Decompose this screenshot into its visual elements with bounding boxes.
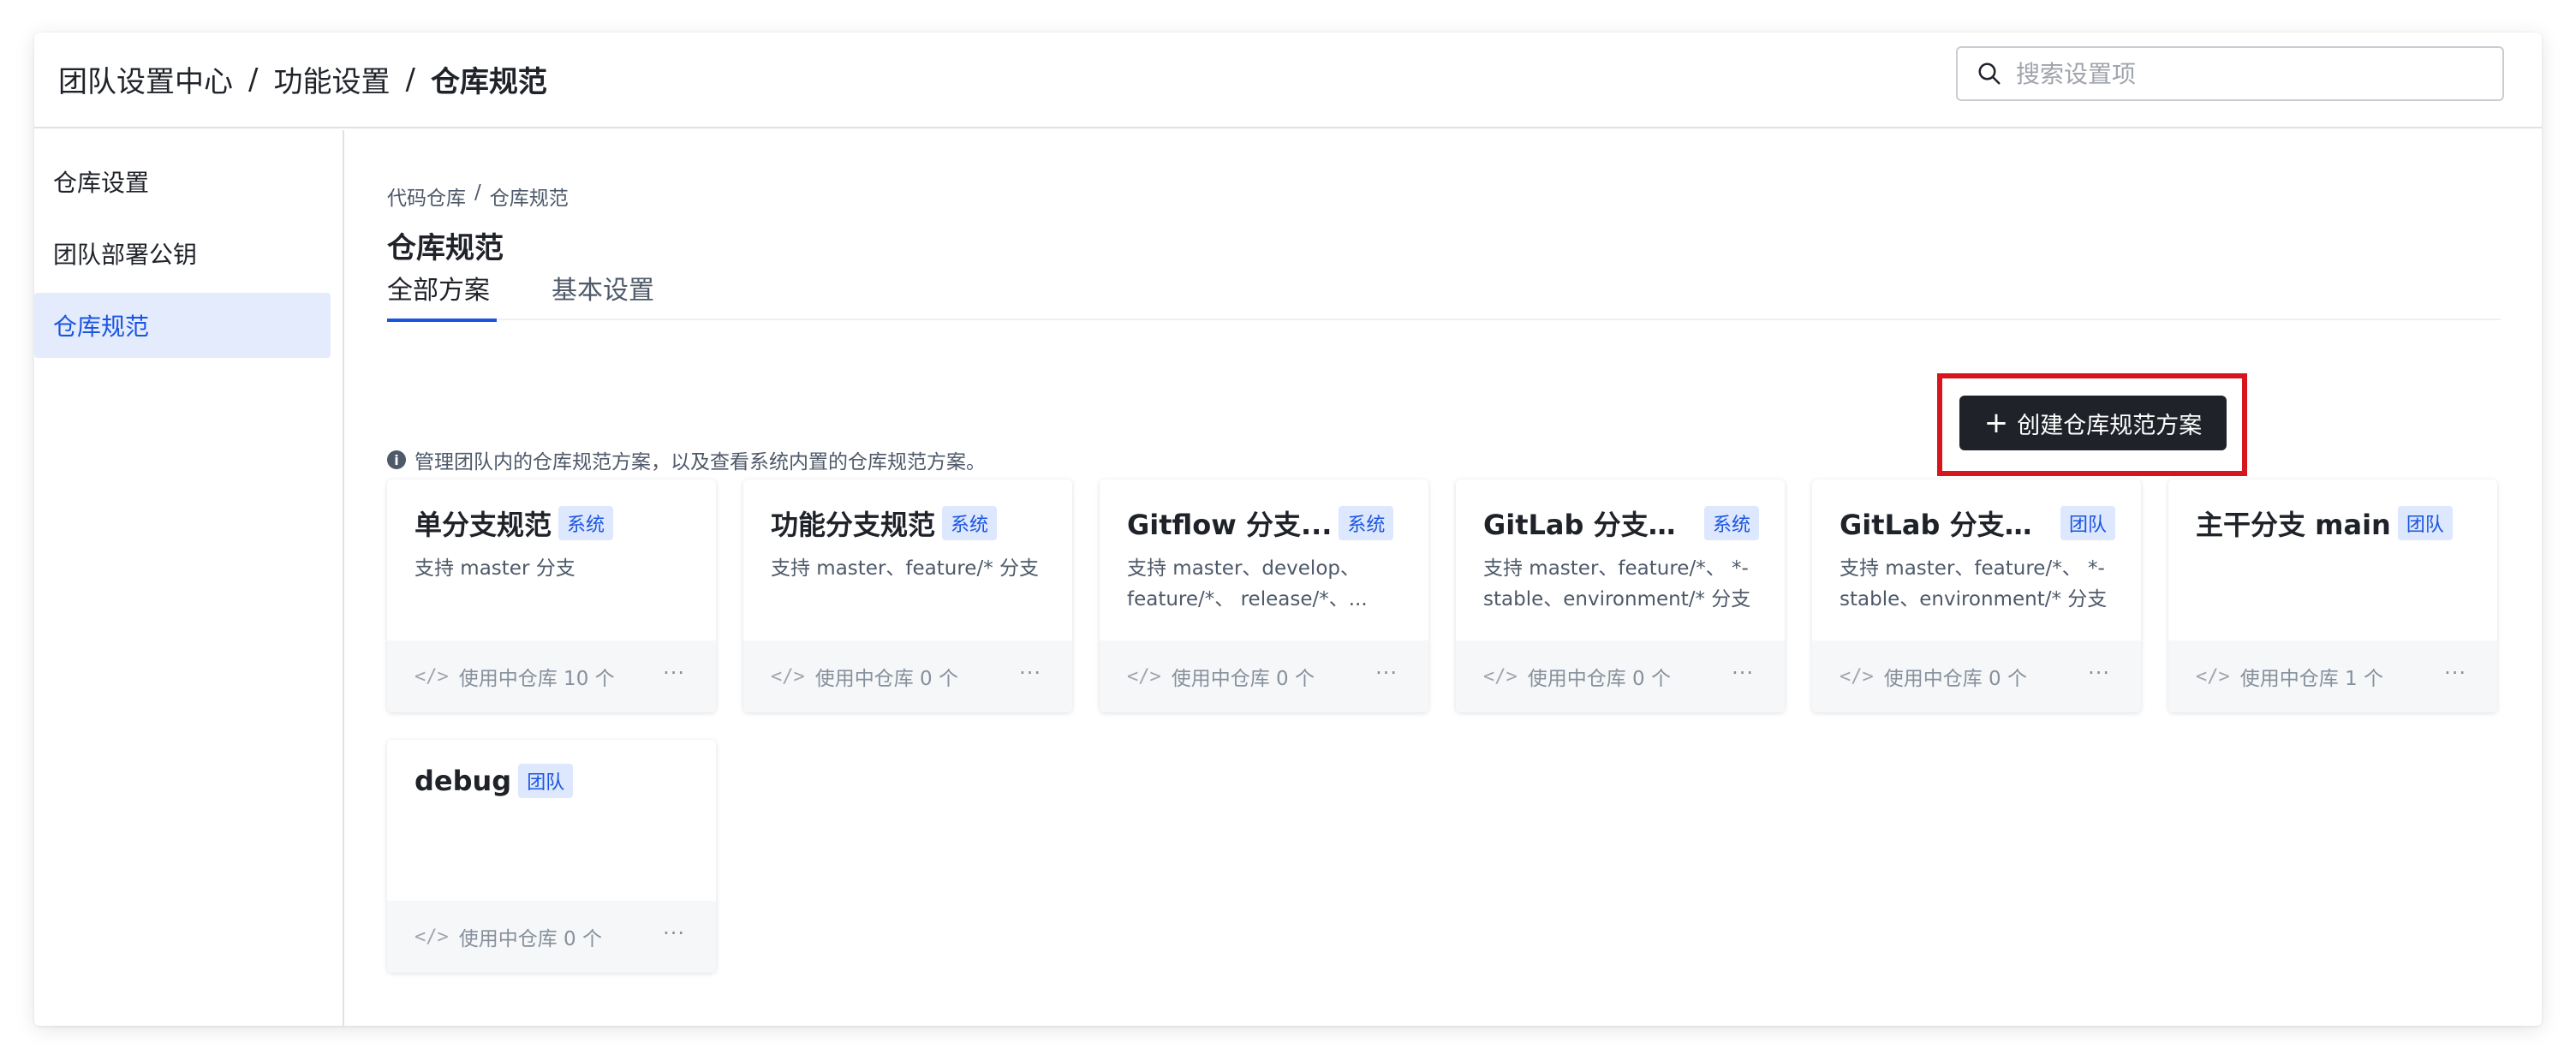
card-badge: 系统 (942, 506, 998, 540)
more-icon[interactable]: ··· (663, 921, 685, 945)
search-box[interactable] (1956, 46, 2504, 101)
create-plan-label: 创建仓库规范方案 (2017, 412, 2203, 439)
card-footer: </> 使用中仓库 0 个 ··· (1456, 640, 1785, 712)
info-text: 管理团队内的仓库规范方案，以及查看系统内置的仓库规范方案。 (414, 451, 986, 473)
card-header: debug 团队 (414, 764, 699, 798)
card-usage: 使用中仓库 0 个 (1171, 668, 1315, 690)
card-description: 支持 master、feature/* 分支 (771, 557, 1040, 580)
app-window: 团队设置中心 / 功能设置 / 仓库规范 仓库设置 团队部署公钥 仓库规范 代码… (34, 33, 2542, 1026)
card-footer: </> 使用中仓库 0 个 ··· (1812, 640, 2141, 712)
card-badge: 团队 (2397, 506, 2453, 540)
more-icon[interactable]: ··· (1019, 661, 1041, 685)
card-description: 支持 master、develop、feature/*、 release/*、.… (1127, 557, 1368, 610)
sidebar-item-deploy-keys[interactable]: 团队部署公钥 (34, 221, 331, 286)
card-title: debug (414, 765, 512, 797)
code-icon: </> (414, 926, 449, 948)
card-usage: 使用中仓库 0 个 (458, 928, 603, 950)
card-footer: </> 使用中仓库 0 个 ··· (1100, 640, 1428, 712)
sidebar: 仓库设置 团队部署公钥 仓库规范 (34, 130, 344, 1026)
card-header: 主干分支 main 团队 (2196, 503, 2480, 543)
plus-icon: + (1983, 406, 2009, 440)
more-icon[interactable]: ··· (1732, 661, 1754, 685)
breadcrumb-separator: / (474, 182, 481, 204)
card-usage: 使用中仓库 1 个 (2239, 668, 2384, 690)
card-usage: 使用中仓库 0 个 (814, 668, 959, 690)
card-header: GitLab 分支规范 系统 (1483, 503, 1768, 543)
card-header: 功能分支规范 系统 (771, 503, 1055, 543)
card-footer: </> 使用中仓库 1 个 ··· (2168, 640, 2497, 712)
code-icon: </> (1127, 665, 1161, 688)
plan-card[interactable]: 主干分支 main 团队 </> 使用中仓库 1 个 ··· (2168, 479, 2497, 712)
breadcrumb: 团队设置中心 / 功能设置 / 仓库规范 (58, 58, 547, 100)
card-usage: 使用中仓库 10 个 (458, 668, 615, 690)
card-badge: 系统 (1339, 506, 1394, 540)
tab-basic-settings[interactable]: 基本设置 (552, 269, 654, 320)
sidebar-item-repo-rules[interactable]: 仓库规范 (34, 293, 331, 358)
card-footer: </> 使用中仓库 0 个 ··· (743, 640, 1072, 712)
plan-card[interactable]: 功能分支规范 系统支持 master、feature/* 分支 </> 使用中仓库 0… (743, 479, 1072, 712)
info-icon: i (387, 450, 406, 469)
card-title: GitLab 分支规范 (1483, 509, 1697, 541)
card-description: 支持 master、feature/*、 *-stable、environmen… (1483, 557, 1751, 610)
more-icon[interactable]: ··· (663, 661, 685, 685)
breadcrumb-item-settings-center[interactable]: 团队设置中心 (58, 58, 233, 100)
breadcrumb-item-feature-settings[interactable]: 功能设置 (273, 58, 390, 100)
tab-label: 全部方案 (387, 276, 490, 306)
plan-card[interactable]: debug 团队 </> 使用中仓库 0 个 ··· (387, 740, 716, 973)
more-icon[interactable]: ··· (2088, 661, 2110, 685)
plan-card[interactable]: 单分支规范 系统支持 master 分支 </> 使用中仓库 10 个 ··· (387, 479, 716, 712)
more-icon[interactable]: ··· (1375, 661, 1398, 685)
card-badge: 团队 (518, 764, 574, 798)
page-title: 仓库规范 (387, 231, 504, 265)
search-input[interactable] (2016, 59, 2461, 88)
sub-breadcrumb-item-current: 仓库规范 (489, 188, 569, 210)
code-icon: </> (1483, 665, 1518, 688)
sidebar-item-repo-settings[interactable]: 仓库设置 (34, 149, 331, 214)
sub-breadcrumb: 代码仓库 / 仓库规范 (387, 182, 569, 211)
card-description: 支持 master 分支 (414, 557, 575, 580)
code-icon: </> (771, 665, 805, 688)
card-footer: </> 使用中仓库 0 个 ··· (387, 901, 716, 973)
search-icon (1978, 63, 2001, 85)
card-title: 主干分支 main (2196, 509, 2391, 541)
card-footer: </> 使用中仓库 10 个 ··· (387, 640, 716, 712)
card-badge: 系统 (1704, 506, 1760, 540)
plan-card[interactable]: GitLab 分支规... 团队支持 master、feature/*、 *-st… (1812, 479, 2141, 712)
top-bar: 团队设置中心 / 功能设置 / 仓库规范 (34, 33, 2542, 128)
card-header: Gitflow 分支... 系统 (1127, 503, 1411, 543)
more-icon[interactable]: ··· (2444, 661, 2466, 685)
tab-all-plans[interactable]: 全部方案 (387, 269, 497, 322)
sub-breadcrumb-item-code-repo[interactable]: 代码仓库 (387, 182, 466, 211)
active-tab-indicator (387, 319, 497, 322)
breadcrumb-separator: / (405, 62, 415, 97)
code-icon: </> (414, 665, 449, 688)
card-header: 单分支规范 系统 (414, 503, 699, 543)
tab-label: 基本设置 (552, 276, 654, 306)
plan-card[interactable]: Gitflow 分支... 系统支持 master、develop、feature… (1100, 479, 1428, 712)
card-description: 支持 master、feature/*、 *-stable、environmen… (1840, 557, 2108, 610)
card-title: GitLab 分支规... (1840, 509, 2054, 541)
code-icon: </> (2196, 665, 2230, 688)
code-icon: </> (1840, 665, 1874, 688)
tab-bar: 全部方案 基本设置 (387, 269, 2501, 322)
card-title: 单分支规范 (414, 509, 552, 541)
info-message: i 管理团队内的仓库规范方案，以及查看系统内置的仓库规范方案。 (387, 445, 986, 474)
card-header: GitLab 分支规... 团队 (1840, 503, 2124, 543)
card-badge: 系统 (558, 506, 614, 540)
card-usage: 使用中仓库 0 个 (1527, 668, 1672, 690)
card-badge: 团队 (2060, 506, 2116, 540)
create-plan-button[interactable]: + 创建仓库规范方案 (1959, 396, 2227, 450)
card-title: 功能分支规范 (771, 509, 936, 541)
plan-card[interactable]: GitLab 分支规范 系统支持 master、feature/*、 *-stab… (1456, 479, 1785, 712)
card-usage: 使用中仓库 0 个 (1883, 668, 2028, 690)
breadcrumb-item-current: 仓库规范 (430, 65, 547, 99)
breadcrumb-separator: / (248, 62, 259, 97)
card-title: Gitflow 分支... (1127, 509, 1333, 541)
